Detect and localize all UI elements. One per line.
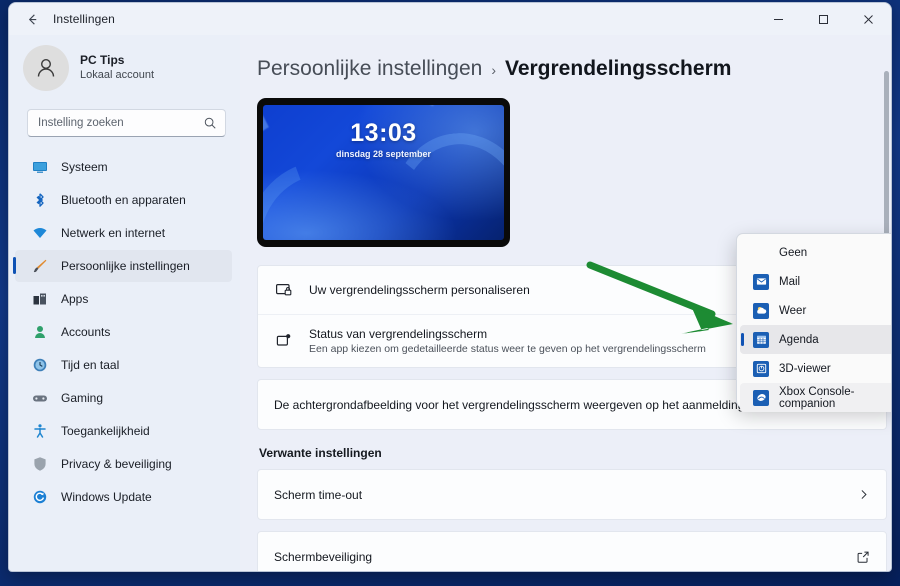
window-title: Instellingen bbox=[53, 12, 115, 26]
sidebar-item-tijd-en-taal[interactable]: Tijd en taal bbox=[15, 349, 232, 381]
related-item-scherm-time-out[interactable]: Scherm time-out bbox=[257, 469, 887, 520]
status-app-dropdown-menu[interactable]: Geen Mail Weer Agenda 3D-viewer Xbox Con… bbox=[736, 233, 891, 412]
page-title: Vergrendelingsscherm bbox=[504, 57, 732, 80]
search-box[interactable] bbox=[27, 109, 226, 137]
sidebar-item-windows-update[interactable]: Windows Update bbox=[15, 481, 232, 513]
dropdown-item-geen[interactable]: Geen bbox=[740, 238, 891, 267]
sidebar-item-netwerk[interactable]: Netwerk en internet bbox=[15, 217, 232, 249]
dropdown-item-mail[interactable]: Mail bbox=[740, 267, 891, 296]
clock-icon bbox=[31, 357, 48, 374]
close-icon bbox=[864, 14, 873, 24]
dropdown-item-label: Xbox Console-companion bbox=[779, 385, 855, 410]
mail-icon bbox=[753, 273, 769, 290]
title-bar: Instellingen bbox=[9, 3, 891, 35]
sidebar-item-label: Accounts bbox=[61, 325, 111, 339]
account-tile[interactable]: PC Tips Lokaal account bbox=[9, 39, 240, 97]
sidebar-item-label: Bluetooth en apparaten bbox=[61, 193, 186, 207]
minimize-button[interactable] bbox=[756, 3, 801, 35]
window-controls bbox=[756, 3, 891, 35]
row-title: Status van vergrendelingsscherm bbox=[309, 326, 488, 341]
back-arrow-icon bbox=[28, 13, 36, 25]
maximize-icon bbox=[819, 14, 828, 24]
sidebar: PC Tips Lokaal account Instelling zoeken… bbox=[9, 35, 240, 571]
row-title: De achtergrondafbeelding voor het vergre… bbox=[274, 397, 790, 412]
dropdown-item-weer[interactable]: Weer bbox=[740, 296, 891, 325]
sidebar-item-label: Tijd en taal bbox=[61, 358, 120, 372]
sidebar-item-label: Persoonlijke instellingen bbox=[61, 259, 190, 273]
sidebar-item-label: Windows Update bbox=[61, 490, 152, 504]
gamepad-icon bbox=[31, 390, 48, 407]
account-subtitle: Lokaal account bbox=[80, 69, 154, 81]
back-button[interactable] bbox=[17, 6, 47, 32]
account-icon bbox=[31, 324, 48, 341]
row-title: Uw vergrendelingsscherm personaliseren bbox=[309, 283, 530, 297]
avatar bbox=[23, 45, 69, 91]
lockscreen-preview[interactable]: 13:03 dinsdag 28 september bbox=[257, 98, 510, 247]
search-container bbox=[9, 97, 240, 145]
search-input[interactable] bbox=[38, 117, 203, 129]
maximize-button[interactable] bbox=[801, 3, 846, 35]
monitor-icon bbox=[31, 159, 48, 176]
update-icon bbox=[31, 489, 48, 506]
dropdown-item-xbox-console-companion[interactable]: Xbox Console-companion bbox=[740, 383, 891, 412]
shield-icon bbox=[31, 456, 48, 473]
sidebar-item-bluetooth[interactable]: Bluetooth en apparaten bbox=[15, 184, 232, 216]
bluetooth-icon bbox=[31, 192, 48, 209]
dropdown-item-label: Geen bbox=[779, 246, 808, 259]
lockscreen-wallpaper: 13:03 dinsdag 28 september bbox=[263, 105, 504, 240]
chevron-right-icon bbox=[857, 488, 870, 501]
dropdown-item-agenda[interactable]: Agenda bbox=[740, 325, 891, 354]
breadcrumb: Persoonlijke instellingen › Vergrendelin… bbox=[257, 57, 891, 81]
sidebar-item-gaming[interactable]: Gaming bbox=[15, 382, 232, 414]
lockscreen-personalize-icon bbox=[274, 281, 294, 299]
sidebar-item-label: Gaming bbox=[61, 391, 104, 405]
row-title: Schermbeveiliging bbox=[274, 549, 373, 564]
sidebar-item-privacy-beveiliging[interactable]: Privacy & beveiliging bbox=[15, 448, 232, 480]
3d-viewer-icon bbox=[753, 360, 769, 377]
sidebar-item-accounts[interactable]: Accounts bbox=[15, 316, 232, 348]
dropdown-item-label: Weer bbox=[779, 304, 807, 317]
sidebar-item-apps[interactable]: Apps bbox=[15, 283, 232, 315]
paintbrush-icon bbox=[31, 258, 48, 275]
lockscreen-status-icon bbox=[274, 332, 294, 350]
row-title: Scherm time-out bbox=[274, 487, 363, 502]
xbox-icon bbox=[753, 389, 769, 406]
dropdown-item-label: 3D-viewer bbox=[779, 362, 831, 375]
search-icon[interactable] bbox=[203, 116, 217, 130]
external-link-icon bbox=[856, 550, 870, 564]
sidebar-item-persoonlijke-instellingen[interactable]: Persoonlijke instellingen bbox=[13, 250, 232, 282]
sidebar-item-label: Toegankelijkheid bbox=[61, 424, 150, 438]
sidebar-item-label: Netwerk en internet bbox=[61, 226, 166, 240]
settings-window: Instellingen PC Tips Lokaal account Inst… bbox=[8, 2, 892, 572]
sidebar-item-label: Privacy & beveiliging bbox=[61, 457, 172, 471]
sidebar-item-label: Systeem bbox=[61, 160, 108, 174]
sidebar-item-systeem[interactable]: Systeem bbox=[15, 151, 232, 183]
account-name: PC Tips bbox=[80, 53, 125, 67]
dropdown-item-label: Agenda bbox=[779, 333, 819, 346]
calendar-icon bbox=[753, 331, 769, 348]
dropdown-item-label: Mail bbox=[779, 275, 801, 288]
sidebar-item-label: Apps bbox=[61, 292, 89, 306]
sidebar-item-toegankelijkheid[interactable]: Toegankelijkheid bbox=[15, 415, 232, 447]
dropdown-item-3d-viewer[interactable]: 3D-viewer bbox=[740, 354, 891, 383]
apps-icon bbox=[31, 291, 48, 308]
close-button[interactable] bbox=[846, 3, 891, 35]
related-settings-heading: Verwante instellingen bbox=[259, 446, 382, 460]
lockscreen-time: 13:03 bbox=[350, 119, 417, 147]
person-icon bbox=[37, 58, 55, 77]
wifi-icon bbox=[31, 225, 48, 242]
minimize-icon bbox=[774, 18, 783, 20]
weather-icon bbox=[753, 302, 769, 319]
breadcrumb-parent-link[interactable]: Persoonlijke instellingen bbox=[257, 57, 482, 81]
sidebar-nav: Systeem Bluetooth en apparaten Netwerk e… bbox=[9, 151, 240, 513]
accessibility-icon bbox=[31, 423, 48, 440]
row-subtitle: Een app kiezen om gedetailleerde status … bbox=[309, 342, 706, 355]
lockscreen-date: dinsdag 28 september bbox=[335, 149, 432, 159]
related-item-schermbeveiliging[interactable]: Schermbeveiliging bbox=[257, 531, 887, 571]
breadcrumb-separator-icon: › bbox=[491, 62, 496, 78]
